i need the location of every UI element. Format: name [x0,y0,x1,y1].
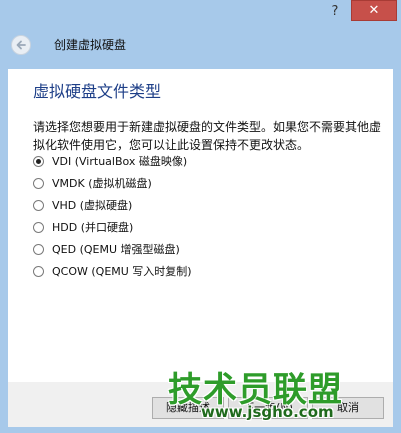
radio-vdi[interactable] [33,155,44,167]
option-vhd-label: VHD (虚拟硬盘) [52,199,133,212]
option-qcow-label: QCOW (QEMU 写入时复制) [52,265,192,278]
wizard-page: 虚拟硬盘文件类型 请选择您想要用于新建虚拟硬盘的文件类型。如果您不需要其他虚拟化… [8,69,393,382]
help-button[interactable]: ? [325,3,345,21]
next-button[interactable]: 下一步(N) [228,397,308,419]
radio-qcow[interactable] [33,265,44,277]
page-description: 请选择您想要用于新建虚拟硬盘的文件类型。如果您不需要其他虚拟化软件使用它，您可以… [33,120,382,152]
close-button[interactable]: ✕ [351,0,397,21]
arrow-left-icon [16,40,26,50]
button-bar: 隐藏描述 下一步(N) 取消 [8,382,393,427]
wizard-title: 创建虚拟硬盘 [54,38,127,52]
radio-qed[interactable] [33,243,44,255]
radio-vhd[interactable] [33,199,44,211]
option-vdi[interactable]: VDI (VirtualBox 磁盘映像) [33,152,187,170]
dialog-window: ? ✕ 创建虚拟硬盘 虚拟硬盘文件类型 请选择您想要用于新建虚拟硬盘的文件类型。… [0,0,401,433]
option-vdi-label: VDI (VirtualBox 磁盘映像) [52,155,188,168]
option-qed-label: QED (QEMU 增强型磁盘) [52,243,180,256]
radio-hdd[interactable] [33,221,44,233]
back-button[interactable] [11,35,31,55]
option-vmdk[interactable]: VMDK (虚拟机磁盘) [33,174,152,192]
option-qed[interactable]: QED (QEMU 增强型磁盘) [33,240,180,258]
page-heading: 虚拟硬盘文件类型 [33,82,162,101]
option-hdd[interactable]: HDD (并口硬盘) [33,218,133,236]
option-hdd-label: HDD (并口硬盘) [52,221,134,234]
option-vmdk-label: VMDK (虚拟机磁盘) [52,177,152,190]
option-vhd[interactable]: VHD (虚拟硬盘) [33,196,132,214]
option-qcow[interactable]: QCOW (QEMU 写入时复制) [33,262,192,280]
hide-description-button[interactable]: 隐藏描述 [152,397,224,419]
radio-vmdk[interactable] [33,177,44,189]
cancel-button[interactable]: 取消 [312,397,384,419]
